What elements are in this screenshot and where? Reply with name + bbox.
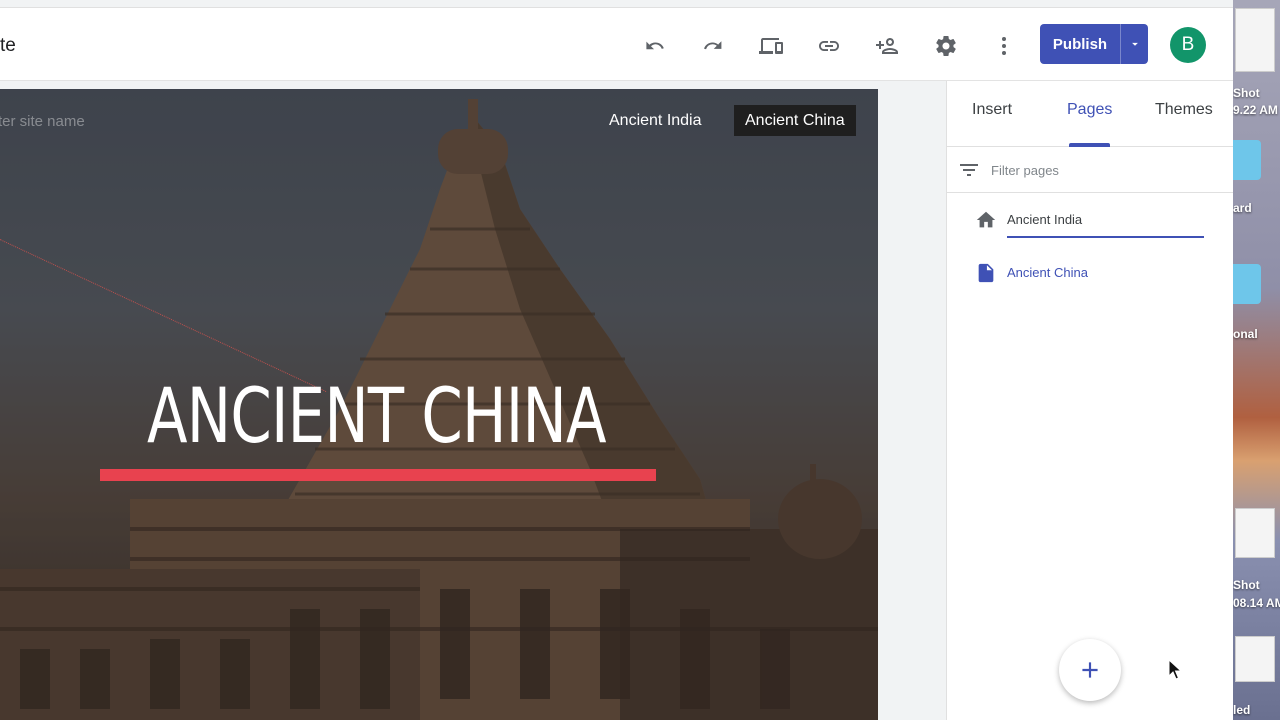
undo-icon[interactable] xyxy=(639,30,671,62)
tab-themes[interactable]: Themes xyxy=(1155,101,1213,119)
home-icon xyxy=(975,209,997,231)
share-person-add-icon[interactable] xyxy=(871,30,903,62)
desktop-file-label: Shot xyxy=(1233,578,1260,592)
desktop-screenshot-thumbnail[interactable] xyxy=(1235,636,1275,682)
hero-banner[interactable]: ter site name Ancient India Ancient Chin… xyxy=(0,89,878,720)
desktop-file-label: onal xyxy=(1233,327,1258,341)
desktop-file-label: Shot xyxy=(1233,86,1260,100)
publish-button[interactable]: Publish xyxy=(1040,24,1120,64)
page-item-label[interactable]: Ancient India xyxy=(1007,212,1082,227)
page-item-ancient-china[interactable]: Ancient China xyxy=(947,256,1234,296)
page-rename-underline xyxy=(1007,236,1204,238)
desktop-screenshot-thumbnail[interactable] xyxy=(1235,8,1275,72)
mouse-pointer-icon xyxy=(1168,659,1182,680)
desktop-file-label: 08.14 AM xyxy=(1233,596,1280,610)
filter-pages-row xyxy=(947,147,1234,193)
redo-icon[interactable] xyxy=(697,30,729,62)
tab-pages[interactable]: Pages xyxy=(1067,101,1112,119)
add-page-button[interactable] xyxy=(1059,639,1121,701)
browser-top-edge xyxy=(0,0,1233,8)
page-icon xyxy=(975,262,997,284)
site-document-title[interactable]: te xyxy=(0,35,16,57)
page-title[interactable]: ANCIENT CHINA xyxy=(147,371,607,460)
editor-canvas: ter site name Ancient India Ancient Chin… xyxy=(0,81,946,720)
title-accent-bar xyxy=(100,469,656,481)
tab-insert[interactable]: Insert xyxy=(972,101,1012,119)
desktop-file-label: 9.22 AM xyxy=(1233,103,1278,117)
more-vert-icon[interactable] xyxy=(988,30,1020,62)
desktop-file-label: ard xyxy=(1233,201,1252,215)
desktop-file-label: led xyxy=(1233,703,1251,717)
preview-devices-icon[interactable] xyxy=(755,30,787,62)
settings-gear-icon[interactable] xyxy=(930,30,962,62)
editor-toolbar: te Publish B xyxy=(0,8,1233,81)
account-avatar[interactable]: B xyxy=(1170,27,1206,63)
page-item-ancient-india[interactable]: Ancient India xyxy=(947,203,1234,243)
plus-icon xyxy=(1082,662,1098,678)
desktop-folder-icon[interactable] xyxy=(1233,140,1261,180)
nav-link-ancient-china[interactable]: Ancient China xyxy=(734,105,856,136)
filter-pages-input[interactable] xyxy=(991,159,1211,181)
desktop-screenshot-thumbnail[interactable] xyxy=(1235,508,1275,558)
site-name-placeholder[interactable]: ter site name xyxy=(0,113,85,130)
nav-link-ancient-india[interactable]: Ancient India xyxy=(598,105,713,136)
desktop-folder-icon[interactable] xyxy=(1233,264,1261,304)
link-icon[interactable] xyxy=(813,30,845,62)
pages-side-panel: Insert Pages Themes Ancient India Ancien… xyxy=(946,81,1234,720)
publish-options-chevron-down-icon[interactable] xyxy=(1121,24,1148,64)
publish-button-group: Publish xyxy=(1040,24,1148,64)
filter-list-icon xyxy=(957,158,981,182)
panel-tabs: Insert Pages Themes xyxy=(947,81,1234,147)
page-item-label: Ancient China xyxy=(1007,265,1088,280)
desktop-background-strip: Shot 9.22 AM ard onal Shot 08.14 AM led xyxy=(1233,0,1280,720)
